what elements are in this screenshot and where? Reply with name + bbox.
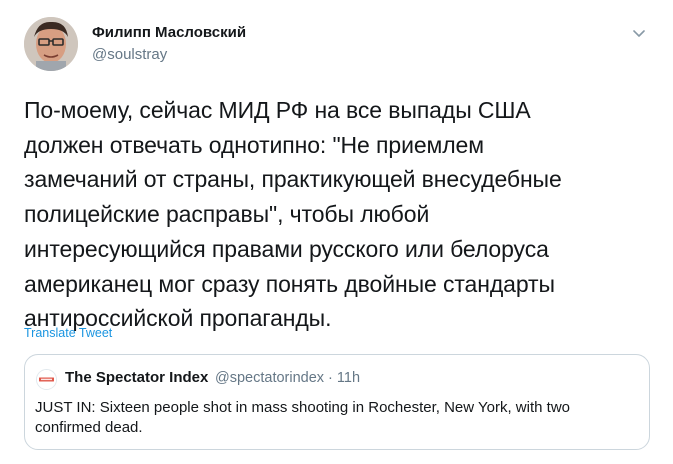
quoted-author-avatar <box>36 369 57 390</box>
tweet-text-line: должен отвечать однотипно: "Не приемлем <box>24 131 484 158</box>
quoted-tweet-text: JUST IN: Sixteen people shot in mass sho… <box>35 398 635 438</box>
tweet: Филипп Масловский @soulstray По-моему, с… <box>0 0 673 464</box>
chevron-down-icon[interactable] <box>630 24 648 42</box>
tweet-text-line: интересующийся правами русского или бело… <box>24 235 549 262</box>
quoted-tweet[interactable]: The Spectator Index @spectatorindex · 11… <box>24 354 650 450</box>
quoted-author-display-name: The Spectator Index <box>65 369 209 386</box>
author-display-name[interactable]: Филипп Масловский <box>92 24 246 41</box>
quoted-author-meta: @spectatorindex · 11h <box>215 370 361 386</box>
author-handle[interactable]: @soulstray <box>92 46 167 63</box>
tweet-text-line: замечаний от страны, практикующей внесуд… <box>24 166 562 193</box>
quoted-text-line: confirmed dead. <box>35 419 143 436</box>
author-avatar[interactable] <box>24 17 78 71</box>
tweet-text-line: американец мог сразу понять двойные стан… <box>24 270 555 297</box>
tweet-text: По-моему, сейчас МИД РФ на все выпады СШ… <box>24 93 654 336</box>
translate-tweet-link[interactable]: Translate Tweet <box>24 326 112 340</box>
quoted-text-line: JUST IN: Sixteen people shot in mass sho… <box>35 399 570 416</box>
tweet-text-line: антироссийской пропаганды. <box>24 305 332 332</box>
tweet-text-line: По-моему, сейчас МИД РФ на все выпады СШ… <box>24 97 531 123</box>
tweet-text-line: полицейские расправы", чтобы любой <box>24 201 430 228</box>
